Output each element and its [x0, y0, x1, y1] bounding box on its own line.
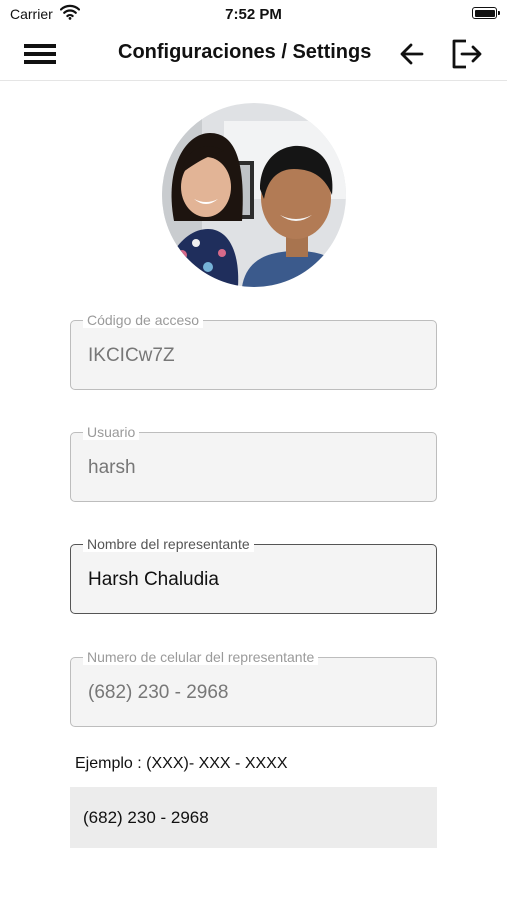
phone-display-value: (682) 230 - 2968	[83, 808, 209, 827]
representative-name-label: Nombre del representante	[83, 536, 254, 552]
menu-icon	[24, 44, 56, 64]
username-field[interactable]: Usuario harsh	[70, 424, 437, 502]
logout-icon	[452, 39, 482, 69]
phone-format-example: Ejemplo : (XXX)- XXX - XXXX	[75, 755, 288, 772]
representative-phone-label: Numero de celular del representante	[83, 649, 319, 665]
profile-photo-image	[162, 103, 346, 287]
profile-photo[interactable]	[162, 103, 346, 287]
access-code-field[interactable]: Código de acceso IKCICw7Z	[70, 312, 437, 390]
logout-button[interactable]	[450, 37, 484, 71]
phone-display-box[interactable]: (682) 230 - 2968	[70, 787, 437, 848]
username-value: harsh	[88, 457, 136, 478]
page-title: Configuraciones / Settings	[118, 41, 372, 63]
username-label: Usuario	[83, 424, 140, 440]
representative-name-field[interactable]: Nombre del representante Harsh Chaludia	[70, 536, 437, 614]
header: Configuraciones / Settings	[0, 28, 507, 81]
back-button[interactable]	[397, 39, 427, 69]
representative-name-value: Harsh Chaludia	[88, 569, 219, 590]
access-code-label: Código de acceso	[83, 312, 204, 328]
representative-phone-value: (682) 230 - 2968	[88, 682, 229, 703]
status-time: 7:52 PM	[225, 6, 282, 23]
representative-phone-field[interactable]: Numero de celular del representante (682…	[70, 649, 437, 727]
access-code-value: IKCICw7Z	[88, 345, 175, 366]
back-arrow-icon	[400, 43, 424, 65]
menu-button[interactable]	[22, 40, 58, 68]
status-bar: Carrier 7:52 PM	[0, 0, 507, 28]
battery-icon	[472, 7, 500, 19]
